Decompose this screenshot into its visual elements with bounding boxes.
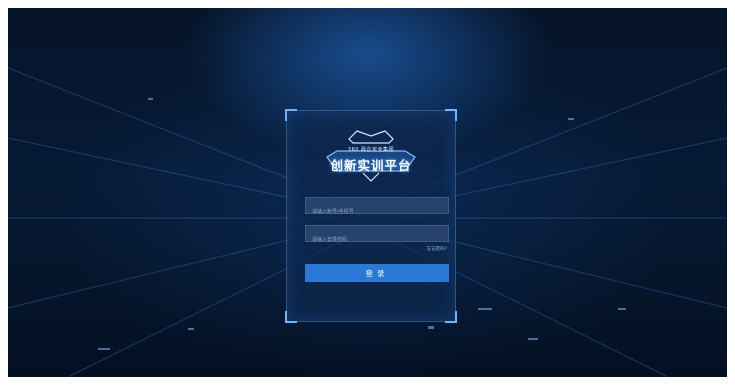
- logo-subtitle: 360 政企安全集团: [347, 147, 395, 153]
- forgot-password-link[interactable]: 忘记密码?: [427, 246, 447, 252]
- login-button[interactable]: 登录: [305, 264, 449, 282]
- corner-accent: [285, 109, 297, 121]
- username-input[interactable]: [306, 204, 448, 220]
- platform-logo: 360 政企安全集团 创新实训平台: [307, 125, 435, 187]
- username-field[interactable]: [305, 197, 449, 220]
- corner-accent: [445, 109, 457, 121]
- platform-title: 创新实训平台: [330, 158, 412, 173]
- login-screen: 360 政企安全集团 创新实训平台 忘记密码? 登录: [8, 8, 727, 377]
- password-field[interactable]: [305, 225, 449, 248]
- corner-accent: [445, 311, 457, 323]
- login-panel: 360 政企安全集团 创新实训平台 忘记密码? 登录: [285, 109, 457, 323]
- corner-accent: [285, 311, 297, 323]
